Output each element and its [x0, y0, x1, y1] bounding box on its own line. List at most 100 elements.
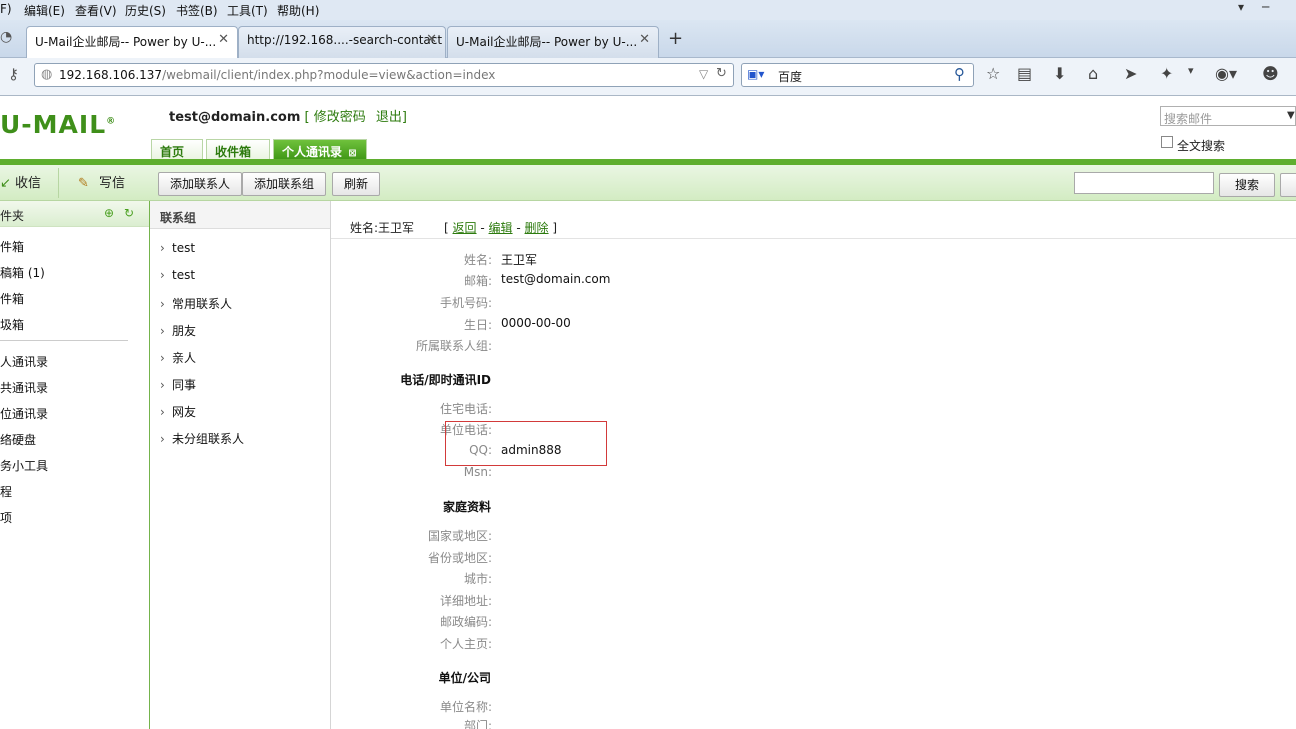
- divider: [58, 168, 59, 198]
- edit-link[interactable]: 编辑: [489, 221, 513, 235]
- refresh-icon[interactable]: ↻: [124, 206, 134, 220]
- browser-menubar: F) 编辑(E) 查看(V) 历史(S) 书签(B) 工具(T) 帮助(H) ▾…: [0, 0, 1296, 20]
- add-contact-button[interactable]: 添加联系人: [158, 172, 242, 196]
- add-folder-icon[interactable]: ⊕: [104, 206, 114, 220]
- detail-header: 姓名:王卫军 [ 返回 - 编辑 - 删除 ]: [331, 201, 1296, 239]
- contact-name-title: 姓名:王卫军: [350, 221, 415, 235]
- bookmark-star-icon[interactable]: ☆: [986, 64, 1000, 83]
- nav-options[interactable]: 项: [0, 509, 12, 526]
- group-item[interactable]: › test: [160, 241, 195, 255]
- fulltext-label: 全文搜索: [1177, 139, 1226, 153]
- groups-header-title: 联系组: [160, 211, 197, 225]
- search-button[interactable]: 搜索: [1219, 173, 1275, 197]
- add-group-button[interactable]: 添加联系组: [242, 172, 326, 196]
- tab-inbox[interactable]: 收件箱: [206, 139, 270, 160]
- nav-public-contacts[interactable]: 共通讯录: [0, 379, 48, 396]
- msn-label: Msn:: [463, 465, 492, 479]
- browser-tabstrip: ◔ U-Mail企业邮局-- Power by U-... ✕ http://1…: [0, 20, 1296, 59]
- folder-pane: 件夹 ⊕ ↻ 件箱 稿箱 (1) 件箱 圾箱 人通讯录 共通讯录 位通讯录 络硬…: [0, 201, 150, 729]
- group-item[interactable]: › 亲人: [160, 349, 196, 366]
- nav-org-contacts[interactable]: 位通讯录: [0, 405, 48, 422]
- receive-button[interactable]: ↙ 收信: [0, 172, 41, 191]
- url-text: 192.168.106.137/webmail/client/index.php…: [59, 68, 496, 82]
- nav-tools[interactable]: 务小工具: [0, 457, 48, 474]
- divider: [0, 340, 128, 341]
- screen: F) 编辑(E) 查看(V) 历史(S) 书签(B) 工具(T) 帮助(H) ▾…: [0, 0, 1296, 729]
- send-icon[interactable]: ➤: [1124, 64, 1137, 83]
- group-item[interactable]: › 同事: [160, 376, 196, 393]
- browser-search-input[interactable]: ▣▾ 百度 ⚲: [741, 63, 974, 87]
- contact-search-input[interactable]: [1074, 172, 1214, 194]
- close-icon[interactable]: ✕: [639, 32, 650, 47]
- city-label: 城市:: [463, 572, 492, 586]
- chat-icon[interactable]: ☻: [1262, 64, 1279, 83]
- download-icon[interactable]: ⬇: [1053, 64, 1066, 83]
- browser-tab-3[interactable]: U-Mail企业邮局-- Power by U-... ✕: [447, 26, 659, 58]
- tab-title: U-Mail企业邮局-- Power by U-...: [35, 35, 217, 49]
- menu-edit[interactable]: 编辑(E): [24, 2, 65, 19]
- department-label: 部门:: [463, 719, 492, 729]
- mobile-label: 手机号码:: [439, 296, 492, 310]
- window-menu-icon[interactable]: ─: [1262, 0, 1269, 14]
- dropdown-icon[interactable]: ▽: [699, 67, 708, 81]
- mail-search-select[interactable]: 搜索邮件 ▼: [1160, 106, 1296, 126]
- folder-inbox[interactable]: 件箱: [0, 238, 24, 255]
- group-item[interactable]: › 朋友: [160, 322, 196, 339]
- folder-drafts[interactable]: 稿箱 (1): [0, 264, 45, 281]
- nav-personal-contacts[interactable]: 人通讯录: [0, 353, 48, 370]
- chevron-down-icon[interactable]: ▾: [1188, 64, 1194, 77]
- tab-contacts[interactable]: 个人通讯录 ⊠: [273, 139, 367, 160]
- key-icon[interactable]: ⚷: [8, 65, 19, 83]
- chevron-down-icon: ▼: [1287, 110, 1295, 121]
- menu-bookmarks[interactable]: 书签(B): [176, 2, 218, 19]
- detail-actions: [ 返回 - 编辑 - 删除 ]: [444, 221, 558, 235]
- folder-sent[interactable]: 件箱: [0, 290, 24, 307]
- nav-netdisk[interactable]: 络硬盘: [0, 431, 36, 448]
- contact-groups-pane: 联系组 › test › test › 常用联系人 › 朋友 › 亲人 › 同事 › 网友 ›…: [150, 201, 331, 729]
- browser-tab-1[interactable]: U-Mail企业邮局-- Power by U-... ✕: [26, 26, 238, 59]
- name-label: 姓名:: [463, 253, 492, 267]
- addon-icon[interactable]: ✦: [1160, 64, 1173, 83]
- change-password-link[interactable]: 修改密码: [314, 110, 366, 125]
- highlight-box: [445, 421, 607, 466]
- refresh-button[interactable]: 刷新: [332, 172, 380, 196]
- tab-title: U-Mail企业邮局-- Power by U-...: [456, 35, 638, 49]
- menu-history[interactable]: 历史(S): [125, 2, 166, 19]
- search-icon[interactable]: ⚲: [954, 65, 965, 83]
- contact-detail: 姓名:王卫军 [ 返回 - 编辑 - 删除 ] 姓名: 王卫军 邮箱: test…: [331, 201, 1296, 729]
- delete-link[interactable]: 删除: [525, 221, 549, 235]
- folder-trash[interactable]: 圾箱: [0, 316, 24, 333]
- back-link[interactable]: 返回: [453, 221, 477, 235]
- reload-icon[interactable]: ↻: [716, 66, 727, 81]
- home-section-title: 家庭资料: [442, 500, 491, 514]
- group-item[interactable]: › 未分组联系人: [160, 430, 244, 447]
- im-section-title: 电话/即时通讯ID: [400, 373, 491, 387]
- nav-schedule[interactable]: 程: [0, 483, 12, 500]
- home-icon[interactable]: ⌂: [1088, 64, 1098, 83]
- compose-button[interactable]: ✎ 写信: [78, 172, 125, 191]
- fulltext-checkbox[interactable]: [1161, 136, 1173, 148]
- group-item[interactable]: › 常用联系人: [160, 295, 232, 312]
- menu-help[interactable]: 帮助(H): [277, 2, 319, 19]
- advanced-search-button[interactable]: [1280, 173, 1296, 197]
- tab-home[interactable]: 首页: [151, 139, 203, 160]
- search-engine-icon[interactable]: ▣▾: [747, 67, 764, 81]
- group-label: 所属联系人组:: [415, 339, 492, 353]
- close-icon[interactable]: ✕: [426, 32, 437, 47]
- minimize-icon[interactable]: ▾: [1238, 0, 1244, 14]
- bookmarks-list-icon[interactable]: ▤: [1017, 64, 1032, 83]
- new-tab-button[interactable]: +: [668, 28, 683, 49]
- globe-menu-icon[interactable]: ◉▾: [1215, 64, 1237, 83]
- company-name-label: 单位名称:: [439, 700, 492, 714]
- group-item[interactable]: › test: [160, 268, 195, 282]
- logout-link[interactable]: 退出: [376, 110, 402, 125]
- group-item[interactable]: › 网友: [160, 403, 196, 420]
- browser-tab-2[interactable]: http://192.168....-search-contact ✕: [238, 26, 446, 58]
- menu-tools[interactable]: 工具(T): [227, 2, 268, 19]
- homepage-label: 个人主页:: [439, 637, 492, 651]
- menu-view[interactable]: 查看(V): [75, 2, 117, 19]
- url-input[interactable]: ◍ 192.168.106.137/webmail/client/index.p…: [34, 63, 734, 87]
- menu-file[interactable]: F): [0, 2, 12, 16]
- close-icon[interactable]: ✕: [218, 32, 229, 47]
- close-icon[interactable]: ⊠: [348, 148, 356, 159]
